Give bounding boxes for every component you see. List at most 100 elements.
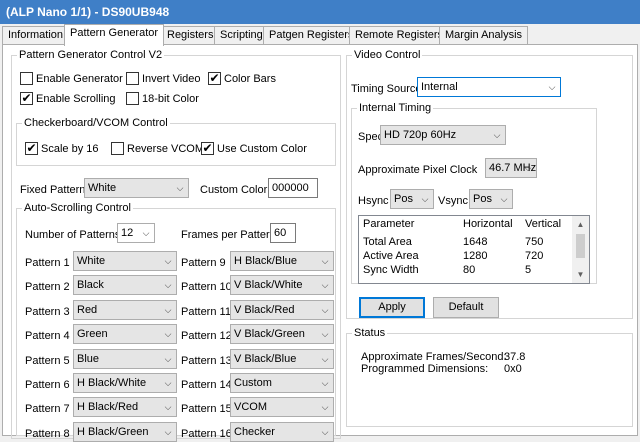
chevron-down-icon: ⌵ bbox=[321, 329, 329, 340]
dropdown-value: H Black/Blue bbox=[234, 255, 297, 267]
checkbox-label: Enable Scrolling bbox=[36, 93, 116, 105]
chevron-down-icon: ⌵ bbox=[142, 228, 150, 238]
window-title: (ALP Nano 1/1) - DS90UB948 bbox=[0, 0, 640, 24]
spec-dropdown[interactable]: HD 720p 60Hz ⌵ bbox=[380, 125, 506, 145]
pattern-label: Pattern 11 bbox=[181, 305, 231, 318]
scroll-thumb[interactable] bbox=[576, 234, 585, 258]
fixed-pattern-dropdown[interactable]: White ⌵ bbox=[84, 178, 189, 198]
pattern-dropdown[interactable]: H Black/Green ⌵ bbox=[73, 421, 177, 442]
tab-remote-registers[interactable]: Remote Registers bbox=[349, 26, 450, 45]
invert-video-checkbox[interactable]: Invert Video bbox=[126, 72, 201, 86]
tab-content: Pattern Generator Control V2 Enable Gene… bbox=[2, 44, 638, 442]
number-of-patterns-label: Number of Patterns bbox=[25, 229, 121, 241]
pattern-dropdown[interactable]: Red ⌵ bbox=[73, 299, 177, 320]
chevron-down-icon: ⌵ bbox=[164, 280, 172, 291]
pattern-dropdown[interactable]: VCOM ⌵ bbox=[230, 397, 334, 418]
pattern-label: Pattern 5 bbox=[25, 354, 70, 367]
chevron-down-icon: ⌵ bbox=[493, 130, 501, 140]
pattern-dropdown[interactable]: Blue ⌵ bbox=[73, 348, 177, 369]
checkbox-box: ✔ bbox=[25, 141, 38, 155]
pattern-dropdown[interactable]: H Black/Red ⌵ bbox=[73, 397, 177, 418]
pattern-dropdown[interactable]: V Black/Green ⌵ bbox=[230, 324, 334, 345]
hsync-dropdown[interactable]: Pos ⌵ bbox=[390, 189, 434, 209]
group-title: Video Control bbox=[352, 48, 423, 62]
chevron-down-icon: ⌵ bbox=[321, 304, 329, 315]
dropdown-value: Internal bbox=[421, 81, 458, 93]
timing-table[interactable]: Parameter Horizontal Vertical Total Area 164… bbox=[358, 215, 590, 284]
scroll-down-icon[interactable]: ▼ bbox=[572, 266, 589, 283]
video-control-group: Video Control Timing Source Internal ⌵ In… bbox=[346, 48, 633, 319]
dropdown-value: Pos bbox=[394, 193, 413, 205]
pattern-dropdown[interactable]: Custom ⌵ bbox=[230, 373, 334, 393]
fixed-pattern-label: Fixed Pattern bbox=[20, 184, 86, 196]
vsync-label: Vsync bbox=[438, 195, 468, 207]
tab-registers[interactable]: Registers bbox=[161, 26, 220, 45]
chevron-down-icon: ⌵ bbox=[164, 329, 172, 340]
tab-margin-analysis[interactable]: Margin Analysis bbox=[439, 26, 529, 45]
checkmark-icon: ✔ bbox=[21, 91, 32, 105]
scale-by-16-checkbox[interactable]: ✔ Scale by 16 bbox=[25, 141, 98, 156]
pattern-dropdown[interactable]: Green ⌵ bbox=[73, 324, 177, 345]
bit18-color-checkbox[interactable]: 18-bit Color bbox=[126, 92, 199, 106]
group-title: Pattern Generator Control V2 bbox=[17, 48, 165, 62]
color-bars-checkbox[interactable]: ✔ Color Bars bbox=[208, 71, 276, 86]
checkbox-box: ✔ bbox=[201, 141, 214, 155]
chevron-down-icon: ⌵ bbox=[176, 183, 184, 193]
pattern-label: Pattern 9 bbox=[181, 257, 226, 269]
tab-scripting[interactable]: Scripting bbox=[214, 26, 269, 45]
dropdown-value: H Black/White bbox=[77, 377, 147, 389]
checkbox-label: Invert Video bbox=[142, 73, 201, 85]
checkbox-box bbox=[111, 142, 124, 155]
chevron-down-icon: ⌵ bbox=[321, 426, 329, 437]
pattern-dropdown[interactable]: H Black/White ⌵ bbox=[73, 373, 177, 393]
chevron-down-icon: ⌵ bbox=[321, 353, 329, 364]
pattern-dropdown[interactable]: V Black/White ⌵ bbox=[230, 275, 334, 296]
pattern-label: Pattern 14 bbox=[181, 379, 232, 391]
use-custom-color-checkbox[interactable]: ✔ Use Custom Color bbox=[201, 141, 307, 156]
tab-pattern-generator[interactable]: Pattern Generator bbox=[64, 24, 165, 46]
checkmark-icon: ✔ bbox=[202, 141, 213, 155]
pattern-dropdown[interactable]: White ⌵ bbox=[73, 251, 177, 271]
custom-color-label: Custom Color # bbox=[200, 184, 277, 196]
pattern-dropdown[interactable]: V Black/Blue ⌵ bbox=[230, 348, 334, 369]
checkbox-box: ✔ bbox=[20, 91, 33, 105]
table-scrollbar[interactable]: ▲ ▼ bbox=[572, 216, 589, 283]
chevron-down-icon: ⌵ bbox=[548, 82, 556, 92]
dropdown-value: V Black/Green bbox=[234, 328, 305, 341]
tab-information[interactable]: Information bbox=[2, 26, 70, 45]
enable-generator-checkbox[interactable]: Enable Generator bbox=[20, 72, 123, 86]
pattern-label: Pattern 15 bbox=[181, 403, 232, 416]
pattern-label: Pattern 7 bbox=[25, 403, 70, 416]
tab-patgen-registers[interactable]: Patgen Registers bbox=[263, 26, 360, 45]
programmed-dimensions-label: Programmed Dimensions: bbox=[361, 363, 489, 375]
dropdown-value: Red bbox=[77, 303, 98, 316]
frames-per-pattern-input[interactable]: 60 bbox=[270, 223, 296, 243]
reverse-vcom-checkbox[interactable]: Reverse VCOM bbox=[111, 142, 204, 156]
table-cell: Total Area bbox=[363, 236, 412, 248]
chevron-down-icon: ⌵ bbox=[164, 402, 172, 413]
custom-color-input[interactable]: 000000 bbox=[268, 178, 318, 198]
pixel-clock-dropdown[interactable]: 46.7 MHz ⌵ bbox=[485, 158, 537, 178]
pattern-dropdown[interactable]: Black ⌵ bbox=[73, 275, 177, 296]
group-title: Checkerboard/VCOM Control bbox=[22, 116, 170, 130]
pixel-clock-label: Approximate Pixel Clock bbox=[358, 164, 478, 176]
enable-scrolling-checkbox[interactable]: ✔ Enable Scrolling bbox=[20, 91, 116, 106]
chevron-down-icon: ⌵ bbox=[321, 402, 329, 413]
dropdown-value: V Black/Red bbox=[234, 303, 295, 316]
timing-source-dropdown[interactable]: Internal ⌵ bbox=[417, 77, 561, 97]
number-of-patterns-dropdown[interactable]: 12 ⌵ bbox=[117, 223, 155, 243]
dropdown-value: V Black/Blue bbox=[234, 352, 297, 365]
vsync-dropdown[interactable]: Pos ⌵ bbox=[469, 189, 513, 209]
default-button[interactable]: Default bbox=[433, 297, 499, 318]
pattern-dropdown[interactable]: V Black/Red ⌵ bbox=[230, 299, 334, 320]
checkbox-box bbox=[20, 72, 33, 85]
pattern-dropdown[interactable]: H Black/Blue ⌵ bbox=[230, 251, 334, 271]
chevron-down-icon: ⌵ bbox=[321, 378, 329, 388]
scroll-up-icon[interactable]: ▲ bbox=[572, 216, 589, 233]
chevron-down-icon: ⌵ bbox=[321, 256, 329, 266]
chevron-down-icon: ⌵ bbox=[524, 163, 532, 173]
apply-button[interactable]: Apply bbox=[359, 297, 425, 318]
group-title: Auto-Scrolling Control bbox=[22, 201, 133, 215]
chevron-down-icon: ⌵ bbox=[164, 353, 172, 364]
pattern-dropdown[interactable]: Checker ⌵ bbox=[230, 421, 334, 442]
